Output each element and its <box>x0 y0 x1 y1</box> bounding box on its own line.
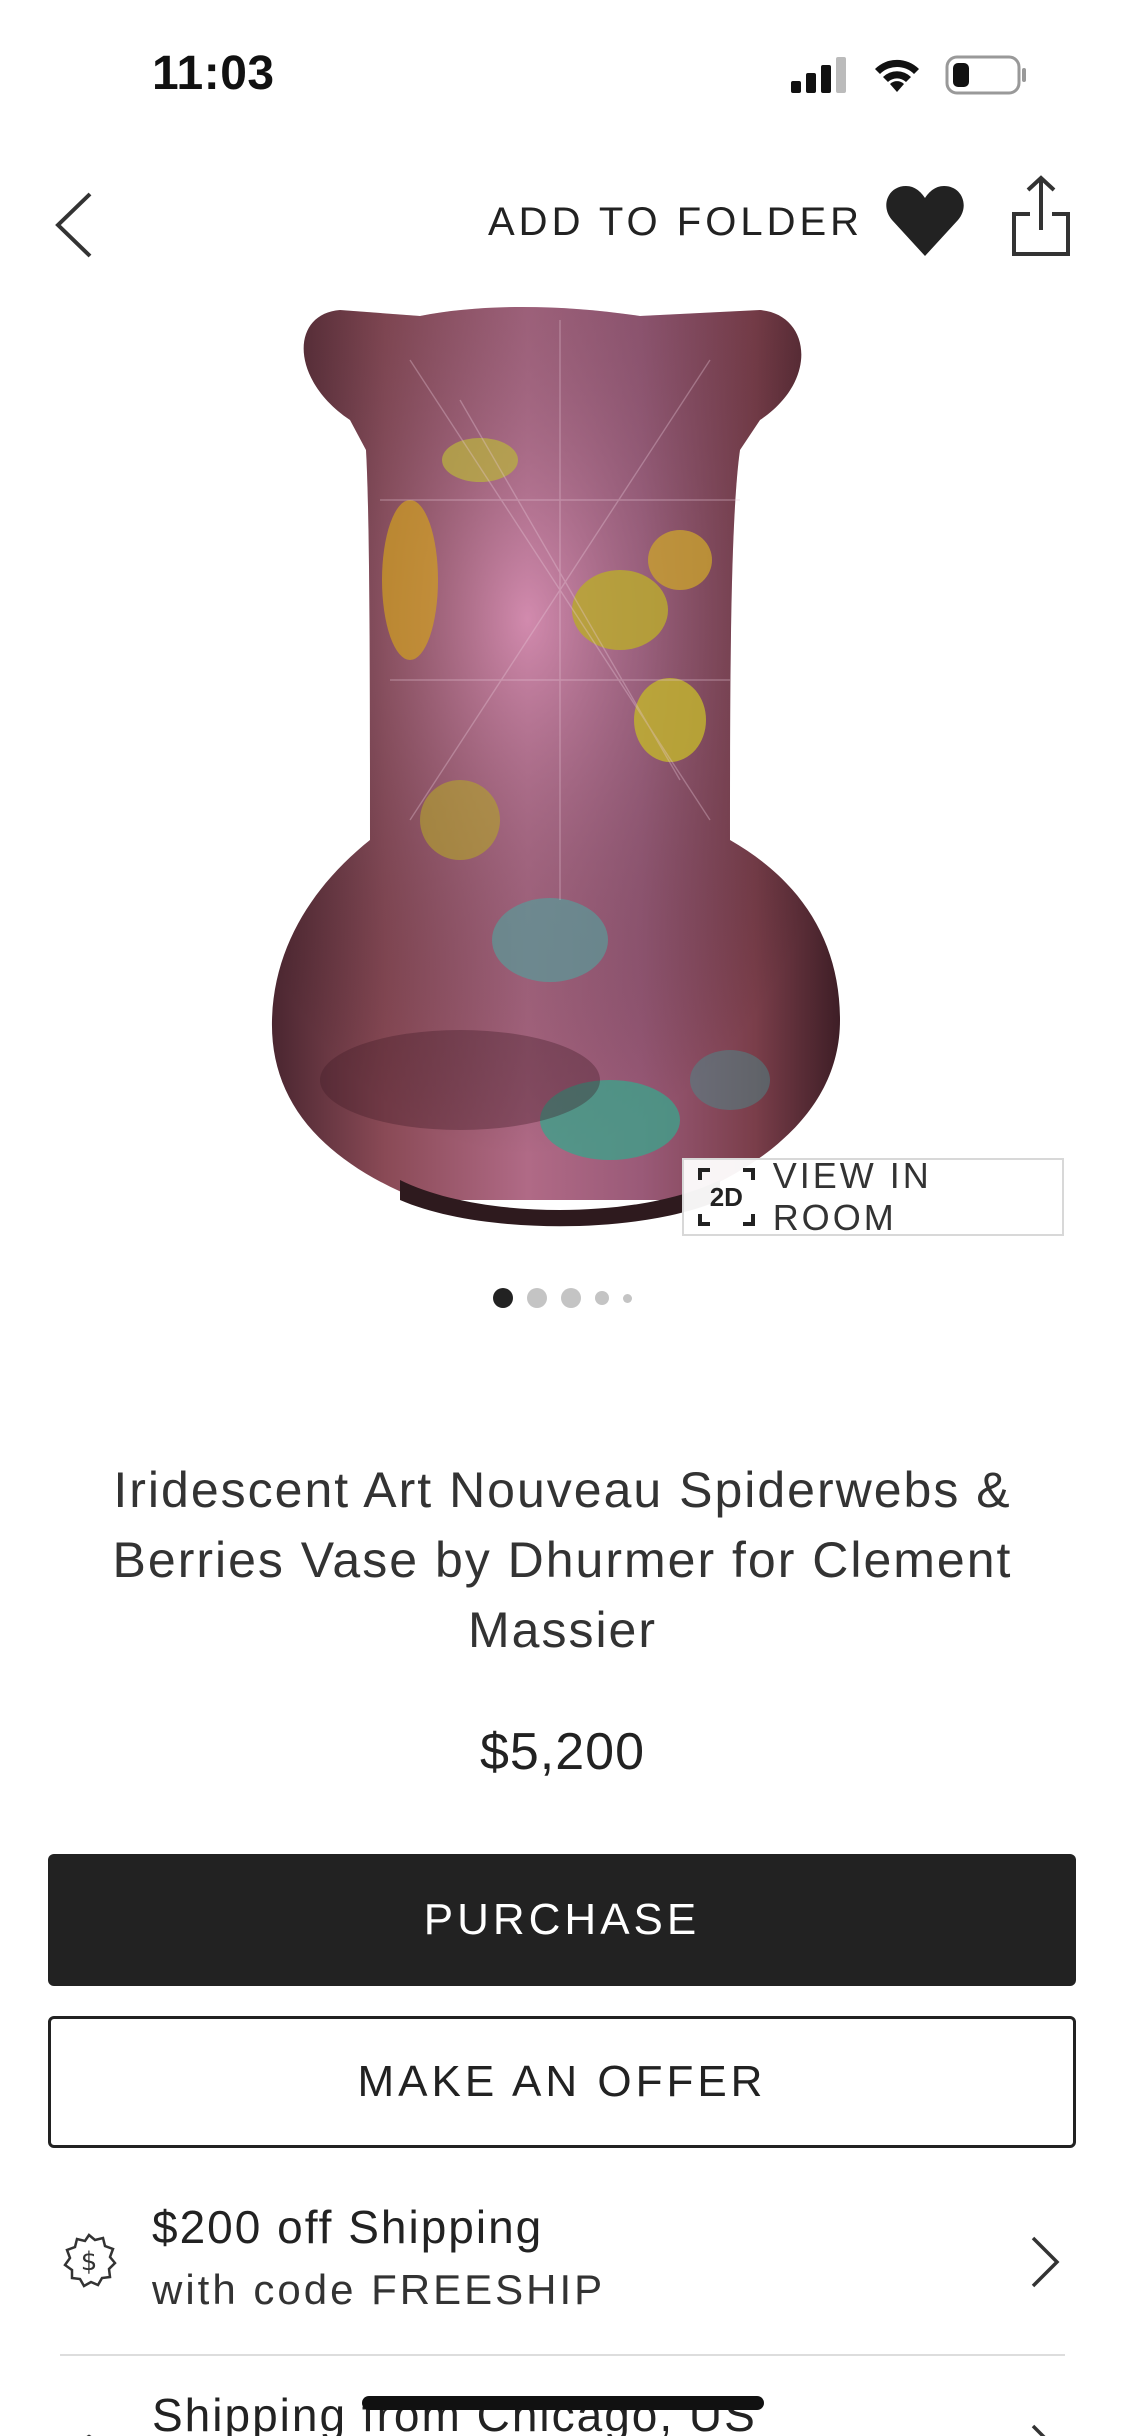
top-navigation: ADD TO FOLDER <box>0 170 1125 280</box>
pager-dot[interactable] <box>493 1288 513 1308</box>
view-in-room-badge-text: 2D <box>709 1181 743 1212</box>
signal-icon <box>791 57 846 93</box>
chevron-left-icon <box>55 192 92 258</box>
favorite-button[interactable] <box>884 180 966 262</box>
wifi-icon <box>875 59 919 92</box>
divider <box>60 2354 1065 2356</box>
chevron-right-icon <box>1031 2424 1046 2436</box>
view-in-room-icon: 2D <box>698 1168 755 1226</box>
pager-dot[interactable] <box>623 1293 632 1303</box>
product-image[interactable] <box>260 300 860 1240</box>
status-icons <box>791 52 1027 98</box>
svg-text:$: $ <box>81 2247 98 2277</box>
chevron-right-icon <box>1031 2236 1060 2288</box>
shipping-promo-row[interactable]: $ $200 off Shipping with code FREESHIP <box>60 2192 1065 2352</box>
pager-dot[interactable] <box>561 1288 581 1308</box>
back-button[interactable] <box>44 184 104 266</box>
share-icon <box>1012 175 1070 256</box>
battery-icon <box>945 55 1026 95</box>
status-bar: 11:03 <box>0 0 1125 140</box>
image-pager[interactable] <box>0 1288 1125 1308</box>
heart-icon <box>886 186 964 256</box>
pager-dot[interactable] <box>595 1291 609 1305</box>
promo-title: $200 off Shipping <box>152 2201 544 2253</box>
product-title: Iridescent Art Nouveau Spiderwebs & Berr… <box>112 1462 1013 1658</box>
home-indicator[interactable] <box>362 2396 764 2410</box>
purchase-button[interactable]: PURCHASE <box>48 1854 1076 1986</box>
dollar-badge-icon: $ <box>63 2233 117 2288</box>
view-in-room-button[interactable]: 2D VIEW IN ROOM <box>682 1155 1064 1238</box>
make-offer-button[interactable]: MAKE AN OFFER <box>48 2016 1076 2148</box>
add-to-folder-button[interactable]: ADD TO FOLDER <box>488 200 863 245</box>
shipping-icon <box>86 2434 92 2436</box>
promo-subtitle: with code FREESHIP <box>152 2266 606 2313</box>
pager-dot[interactable] <box>527 1288 547 1308</box>
share-button[interactable] <box>1010 174 1072 258</box>
product-price: $5,200 <box>479 1723 646 1781</box>
status-time: 11:03 <box>152 47 275 100</box>
view-in-room-label: VIEW IN ROOM <box>772 1155 932 1238</box>
